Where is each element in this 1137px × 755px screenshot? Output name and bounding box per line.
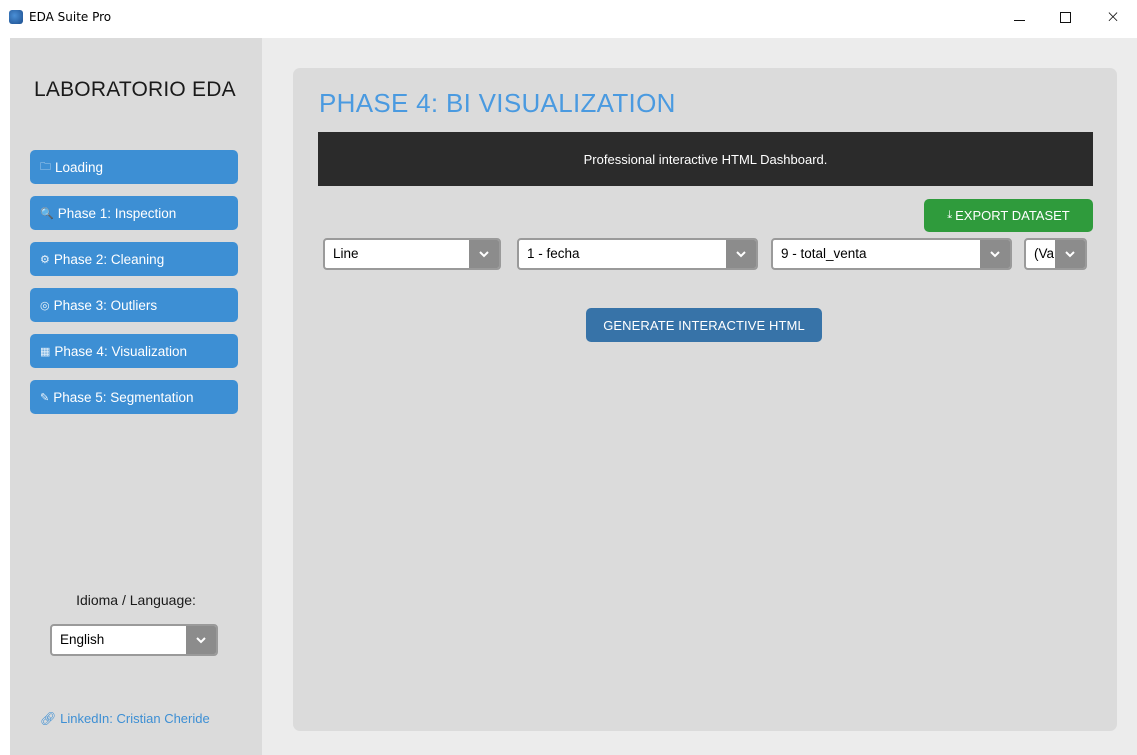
chevron-down-icon[interactable] [469, 240, 499, 268]
sidebar-item-outliers[interactable]: ◎ Phase 3: Outliers [30, 288, 238, 322]
sidebar-item-inspection[interactable]: 🔍 Phase 1: Inspection [30, 196, 238, 230]
sidebar: LABORATORIO EDA 🗀 Loading 🔍 Phase 1: Ins… [10, 38, 262, 755]
export-label: EXPORT DATASET [955, 208, 1070, 223]
description-banner: Professional interactive HTML Dashboard. [318, 132, 1093, 186]
language-select[interactable]: English [50, 624, 218, 656]
search-icon: 🔍 [40, 207, 54, 220]
y-column-select[interactable]: 9 - total_venta [771, 238, 1012, 270]
maximize-icon [1059, 11, 1071, 23]
sidebar-item-visualization[interactable]: ▦ Phase 4: Visualization [30, 334, 238, 368]
sidebar-item-label: Phase 3: Outliers [53, 297, 158, 313]
sidebar-item-cleaning[interactable]: ⚙ Phase 2: Cleaning [30, 242, 238, 276]
chevron-down-icon[interactable] [726, 240, 756, 268]
chevron-down-icon[interactable] [186, 626, 216, 654]
chart-icon: ▦ [40, 345, 51, 358]
sidebar-item-segmentation[interactable]: ✎ Phase 5: Segmentation [30, 380, 238, 414]
window-title: EDA Suite Pro [29, 10, 112, 24]
target-icon: ◎ [40, 299, 50, 312]
maximize-button[interactable] [1042, 0, 1088, 34]
extra-column-select[interactable]: (Va [1024, 238, 1087, 270]
sidebar-item-label: Loading [55, 159, 104, 175]
sidebar-item-label: Phase 2: Cleaning [53, 251, 165, 267]
minimize-icon [1013, 19, 1025, 21]
title-bar: EDA Suite Pro × [0, 0, 1137, 38]
chart-type-value: Line [333, 246, 359, 261]
sidebar-item-loading[interactable]: 🗀 Loading [30, 150, 238, 184]
download-icon: ⤓ [947, 209, 953, 221]
language-value: English [60, 632, 105, 647]
close-icon: × [1105, 7, 1121, 27]
x-column-select[interactable]: 1 - fecha [517, 238, 758, 270]
page-title: PHASE 4: BI VISUALIZATION [319, 88, 676, 118]
sidebar-item-label: Phase 1: Inspection [57, 205, 177, 221]
brush-icon: ✎ [40, 391, 50, 404]
link-icon: 🔗︎ [40, 711, 57, 726]
linkedin-link[interactable]: 🔗︎ LinkedIn: Cristian Cheride [40, 711, 210, 727]
gear-icon: ⚙ [40, 253, 50, 266]
chevron-down-icon[interactable] [1055, 240, 1085, 268]
x-column-value: 1 - fecha [527, 246, 580, 261]
phase-card: PHASE 4: BI VISUALIZATION Professional i… [293, 68, 1117, 731]
generate-html-button[interactable]: GENERATE INTERACTIVE HTML [586, 308, 822, 342]
app-icon [9, 10, 23, 24]
chevron-down-icon[interactable] [980, 240, 1010, 268]
sidebar-item-label: Phase 5: Segmentation [53, 389, 194, 405]
chart-type-select[interactable]: Line [323, 238, 501, 270]
folder-icon: 🗀 [40, 160, 51, 173]
linkedin-label: LinkedIn: Cristian Cheride [60, 711, 210, 726]
sidebar-brand: LABORATORIO EDA [34, 78, 236, 101]
y-column-value: 9 - total_venta [781, 246, 867, 261]
minimize-button[interactable] [996, 0, 1042, 34]
export-dataset-button[interactable]: ⤓ EXPORT DATASET [924, 199, 1093, 232]
close-button[interactable]: × [1090, 0, 1136, 34]
language-label: Idioma / Language: [76, 592, 196, 608]
sidebar-item-label: Phase 4: Visualization [54, 343, 187, 359]
